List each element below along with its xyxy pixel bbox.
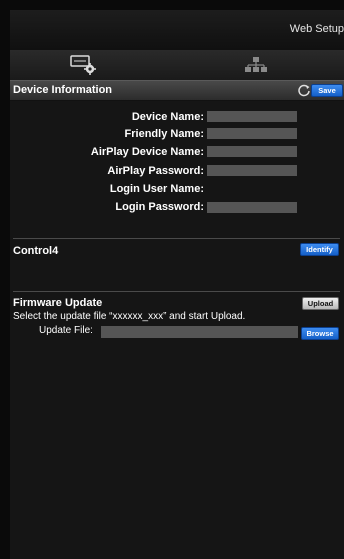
firmware-instruction-text: Select the update file “xxxxxx_xxx” and …: [13, 311, 246, 322]
save-button[interactable]: Save: [311, 84, 343, 97]
login-user-name-value: [207, 183, 297, 194]
update-file-input[interactable]: [101, 326, 298, 338]
top-bar: Web Setup: [10, 10, 344, 50]
web-setup-page: Web Setup Device Information Save Device…: [10, 10, 344, 559]
divider: [13, 291, 340, 292]
device-information-header: Device Information Save: [10, 80, 344, 101]
refresh-icon[interactable]: [297, 83, 311, 97]
tab-bar: [10, 50, 344, 80]
firmware-update-title: Firmware Update: [13, 297, 103, 309]
section-title: Device Information: [13, 84, 113, 96]
airplay-device-name-label: AirPlay Device Name:: [90, 146, 204, 158]
app-title: Web Setup: [289, 23, 344, 35]
settings-gear-icon: [70, 55, 96, 75]
browse-button[interactable]: Browse: [301, 327, 339, 340]
device-name-label: Device Name:: [131, 111, 204, 123]
update-file-label: Update File:: [39, 325, 93, 336]
airplay-device-name-input[interactable]: [207, 146, 297, 157]
login-password-input[interactable]: [207, 202, 297, 213]
identify-button[interactable]: Identify: [300, 243, 339, 256]
login-user-name-label: Login User Name:: [109, 183, 204, 195]
friendly-name-label: Friendly Name:: [124, 128, 204, 140]
login-password-label: Login Password:: [115, 201, 204, 213]
network-icon: [245, 57, 267, 72]
divider: [13, 238, 340, 239]
friendly-name-input[interactable]: [207, 128, 297, 139]
tab-network[interactable]: [205, 51, 305, 78]
airplay-password-label: AirPlay Password:: [107, 165, 204, 177]
device-name-input[interactable]: [207, 111, 297, 122]
upload-button[interactable]: Upload: [302, 297, 339, 310]
airplay-password-input[interactable]: [207, 165, 297, 176]
control4-title: Control4: [13, 245, 59, 257]
tab-settings[interactable]: [40, 51, 140, 78]
